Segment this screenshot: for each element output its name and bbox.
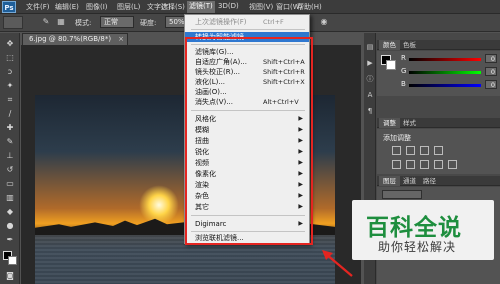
quick-mask-icon[interactable]: ◙ xyxy=(4,271,16,281)
annotation-highlight-box xyxy=(185,37,313,245)
document-tab[interactable]: 6.jpg @ 80.7%(RGB/8*) × xyxy=(22,33,128,45)
menu-file[interactable]: 文件(F) xyxy=(26,2,50,12)
adjust-panel-tabs: 调整 样式 xyxy=(377,118,500,128)
pressure-icon[interactable]: ◉ xyxy=(318,16,330,28)
last-filter-label: 上次滤镜操作(F) xyxy=(195,18,247,26)
mode-select[interactable]: 正常 xyxy=(100,16,134,28)
eraser-tool-icon[interactable]: ▭ xyxy=(4,179,16,189)
last-filter-shortcut: Ctrl+F xyxy=(263,18,284,26)
tab-layers[interactable]: 图层 xyxy=(379,176,400,186)
add-adjustment-title: 添加调整 xyxy=(383,134,411,142)
blur-tool-icon[interactable]: ◆ xyxy=(4,207,16,217)
paragraph-panel-icon[interactable]: ¶ xyxy=(366,107,374,115)
menu-edit[interactable]: 编辑(E) xyxy=(55,2,79,12)
photoshop-logo: Ps xyxy=(2,1,16,13)
photo-filter-icon[interactable] xyxy=(448,160,457,169)
brush-tool-icon[interactable]: ✎ xyxy=(4,137,16,147)
lasso-tool-icon[interactable]: ↄ xyxy=(4,67,16,77)
tab-channels[interactable]: 通道 xyxy=(399,176,420,186)
menu-layer[interactable]: 图层(L) xyxy=(117,2,140,12)
pen-tool-icon[interactable]: ✒ xyxy=(4,235,16,245)
vibrance-icon[interactable] xyxy=(392,160,401,169)
hue-saturation-icon[interactable] xyxy=(406,160,415,169)
background-color-swatch[interactable] xyxy=(8,256,17,265)
history-panel-icon[interactable]: ▤ xyxy=(366,43,374,51)
move-tool-icon[interactable]: ✥ xyxy=(4,39,16,49)
tab-swatches[interactable]: 色板 xyxy=(399,40,420,50)
stamp-tool-icon[interactable]: ⊥ xyxy=(4,151,16,161)
healing-tool-icon[interactable]: ✚ xyxy=(4,123,16,133)
annotation-arrow-icon xyxy=(322,250,353,277)
green-slider[interactable] xyxy=(409,71,481,74)
blue-slider[interactable] xyxy=(409,84,481,87)
menu-image[interactable]: 图像(I) xyxy=(86,2,108,12)
tool-preset-picker[interactable] xyxy=(3,16,23,29)
levels-icon[interactable] xyxy=(406,146,415,155)
black-white-icon[interactable] xyxy=(434,160,443,169)
watermark-subtitle: 助你轻松解决 xyxy=(378,240,457,254)
dodge-tool-icon[interactable]: ● xyxy=(4,221,16,231)
green-value[interactable]: 0 xyxy=(485,67,497,76)
sun xyxy=(139,185,179,225)
tab-color[interactable]: 颜色 xyxy=(379,40,400,50)
layer-filter-select[interactable] xyxy=(382,190,422,199)
brightness-icon[interactable] xyxy=(392,146,401,155)
close-icon[interactable]: × xyxy=(118,34,124,45)
brush-icon[interactable]: ✎ xyxy=(40,16,52,28)
actions-panel-icon[interactable]: ▶ xyxy=(366,59,374,67)
watermark-title: 百科全说 xyxy=(366,215,462,241)
color-bg-swatch[interactable] xyxy=(386,60,396,70)
tab-styles[interactable]: 样式 xyxy=(399,118,420,128)
layers-panel-tabs: 图层 通道 路径 xyxy=(377,176,500,186)
blue-label: B xyxy=(401,80,406,88)
hardness-label: 硬度: xyxy=(140,19,157,27)
exposure-icon[interactable] xyxy=(434,146,443,155)
toolbox: ✥ ⬚ ↄ ✦ ⌗ ∕ ✚ ✎ ⊥ ↺ ▭ ▥ ◆ ● ✒ ◙ xyxy=(0,33,20,284)
quick-select-tool-icon[interactable]: ✦ xyxy=(4,81,16,91)
menu-help[interactable]: 帮助(H) xyxy=(297,2,322,12)
character-panel-icon[interactable]: A xyxy=(366,91,374,99)
red-label: R xyxy=(401,54,406,62)
hardness-field[interactable]: 50% xyxy=(165,16,185,28)
menu-3d[interactable]: 3D(D) xyxy=(218,2,239,10)
history-brush-icon[interactable]: ↺ xyxy=(4,165,16,175)
menu-select[interactable]: 选择(S) xyxy=(161,2,185,12)
red-slider[interactable] xyxy=(409,58,481,61)
properties-panel-icon[interactable]: ⓘ xyxy=(366,75,374,83)
menu-filter[interactable]: 滤镜(T) xyxy=(187,1,215,13)
curves-icon[interactable] xyxy=(420,146,429,155)
color-balance-icon[interactable] xyxy=(420,160,429,169)
red-value[interactable]: 0 xyxy=(485,54,497,63)
eyedropper-tool-icon[interactable]: ∕ xyxy=(4,109,16,119)
color-panel: R 0 G 0 B 0 xyxy=(377,51,500,96)
blue-value[interactable]: 0 xyxy=(485,80,497,89)
crop-tool-icon[interactable]: ⌗ xyxy=(4,95,16,105)
tab-adjustments[interactable]: 调整 xyxy=(379,118,400,128)
watermark-badge: 百科全说 助你轻松解决 xyxy=(352,200,494,260)
green-label: G xyxy=(401,67,407,75)
marquee-tool-icon[interactable]: ⬚ xyxy=(4,53,16,63)
brush-panel-icon[interactable]: ▦ xyxy=(55,16,67,28)
gradient-tool-icon[interactable]: ▥ xyxy=(4,193,16,203)
tab-paths[interactable]: 路径 xyxy=(419,176,440,186)
document-title: 6.jpg @ 80.7%(RGB/8*) xyxy=(29,35,112,43)
menu-item-last-filter[interactable]: 上次滤镜操作(F) Ctrl+F xyxy=(185,17,309,27)
menu-view[interactable]: 视图(V) xyxy=(249,2,273,12)
mode-label: 模式: xyxy=(75,19,92,27)
color-panel-tabs: 颜色 色板 xyxy=(377,40,500,50)
menu-separator xyxy=(191,29,305,30)
menu-bar: Ps 文件(F) 编辑(E) 图像(I) 图层(L) 文字(Y) 选择(S) 滤… xyxy=(0,0,500,14)
